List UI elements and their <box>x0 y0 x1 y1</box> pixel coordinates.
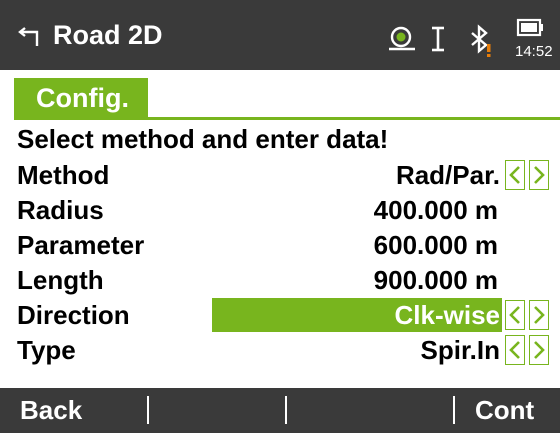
field-label: Method <box>17 160 110 190</box>
arrow-right-icon[interactable] <box>529 160 549 190</box>
softkey-divider <box>285 396 287 424</box>
softkey-f2[interactable] <box>152 388 282 433</box>
arrow-right-icon[interactable] <box>529 300 549 330</box>
field-value[interactable]: Clk-wise <box>395 300 501 331</box>
field-value[interactable]: 900.000 m <box>374 265 498 296</box>
cont-button[interactable]: Cont <box>475 388 534 433</box>
battery-icon <box>516 18 546 45</box>
arrow-left-icon[interactable] <box>505 335 525 365</box>
arrow-right-icon[interactable] <box>529 335 549 365</box>
clock-time: 14:52 <box>515 43 553 60</box>
bluetooth-icon <box>470 24 494 63</box>
list-arrows[interactable] <box>505 300 550 330</box>
title-bar: Road 2D 14:52 <box>0 0 560 70</box>
tab-underline <box>14 117 560 120</box>
field-label: Type <box>17 335 76 365</box>
tab-config[interactable]: Config. <box>14 78 148 118</box>
field-value[interactable]: 600.000 m <box>374 230 498 261</box>
list-arrows[interactable] <box>505 160 550 190</box>
field-row-method[interactable]: Method Rad/Par. <box>0 158 560 192</box>
field-label: Direction <box>17 300 130 330</box>
arrow-left-icon[interactable] <box>505 160 525 190</box>
back-button[interactable]: Back <box>20 388 82 433</box>
field-value[interactable]: Rad/Par. <box>396 160 500 191</box>
field-value[interactable]: 400.000 m <box>374 195 498 226</box>
field-label: Parameter <box>17 230 145 260</box>
arrow-left-icon[interactable] <box>505 300 525 330</box>
cursor-i-icon <box>430 26 446 57</box>
list-arrows[interactable] <box>505 335 550 365</box>
softkey-bar: Back Cont <box>0 388 560 433</box>
softkey-divider <box>453 396 455 424</box>
prism-target-icon <box>387 25 417 56</box>
field-row-radius[interactable]: Radius 400.000 m <box>0 193 560 227</box>
field-label: Length <box>17 265 104 295</box>
field-row-parameter[interactable]: Parameter 600.000 m <box>0 228 560 262</box>
softkey-f3[interactable] <box>290 388 450 433</box>
field-row-length[interactable]: Length 900.000 m <box>0 263 560 297</box>
field-row-type[interactable]: Type Spir.In <box>0 333 560 367</box>
field-row-direction[interactable]: Direction Clk-wise <box>0 298 560 332</box>
back-arrow-icon[interactable] <box>17 27 41 54</box>
softkey-divider <box>147 396 149 424</box>
instruction-text: Select method and enter data! <box>17 124 389 154</box>
screen: Road 2D 14:52 Config. Select method and … <box>0 0 560 433</box>
field-value[interactable]: Spir.In <box>421 335 500 366</box>
field-label: Radius <box>17 195 104 225</box>
app-title: Road 2D <box>53 20 163 50</box>
